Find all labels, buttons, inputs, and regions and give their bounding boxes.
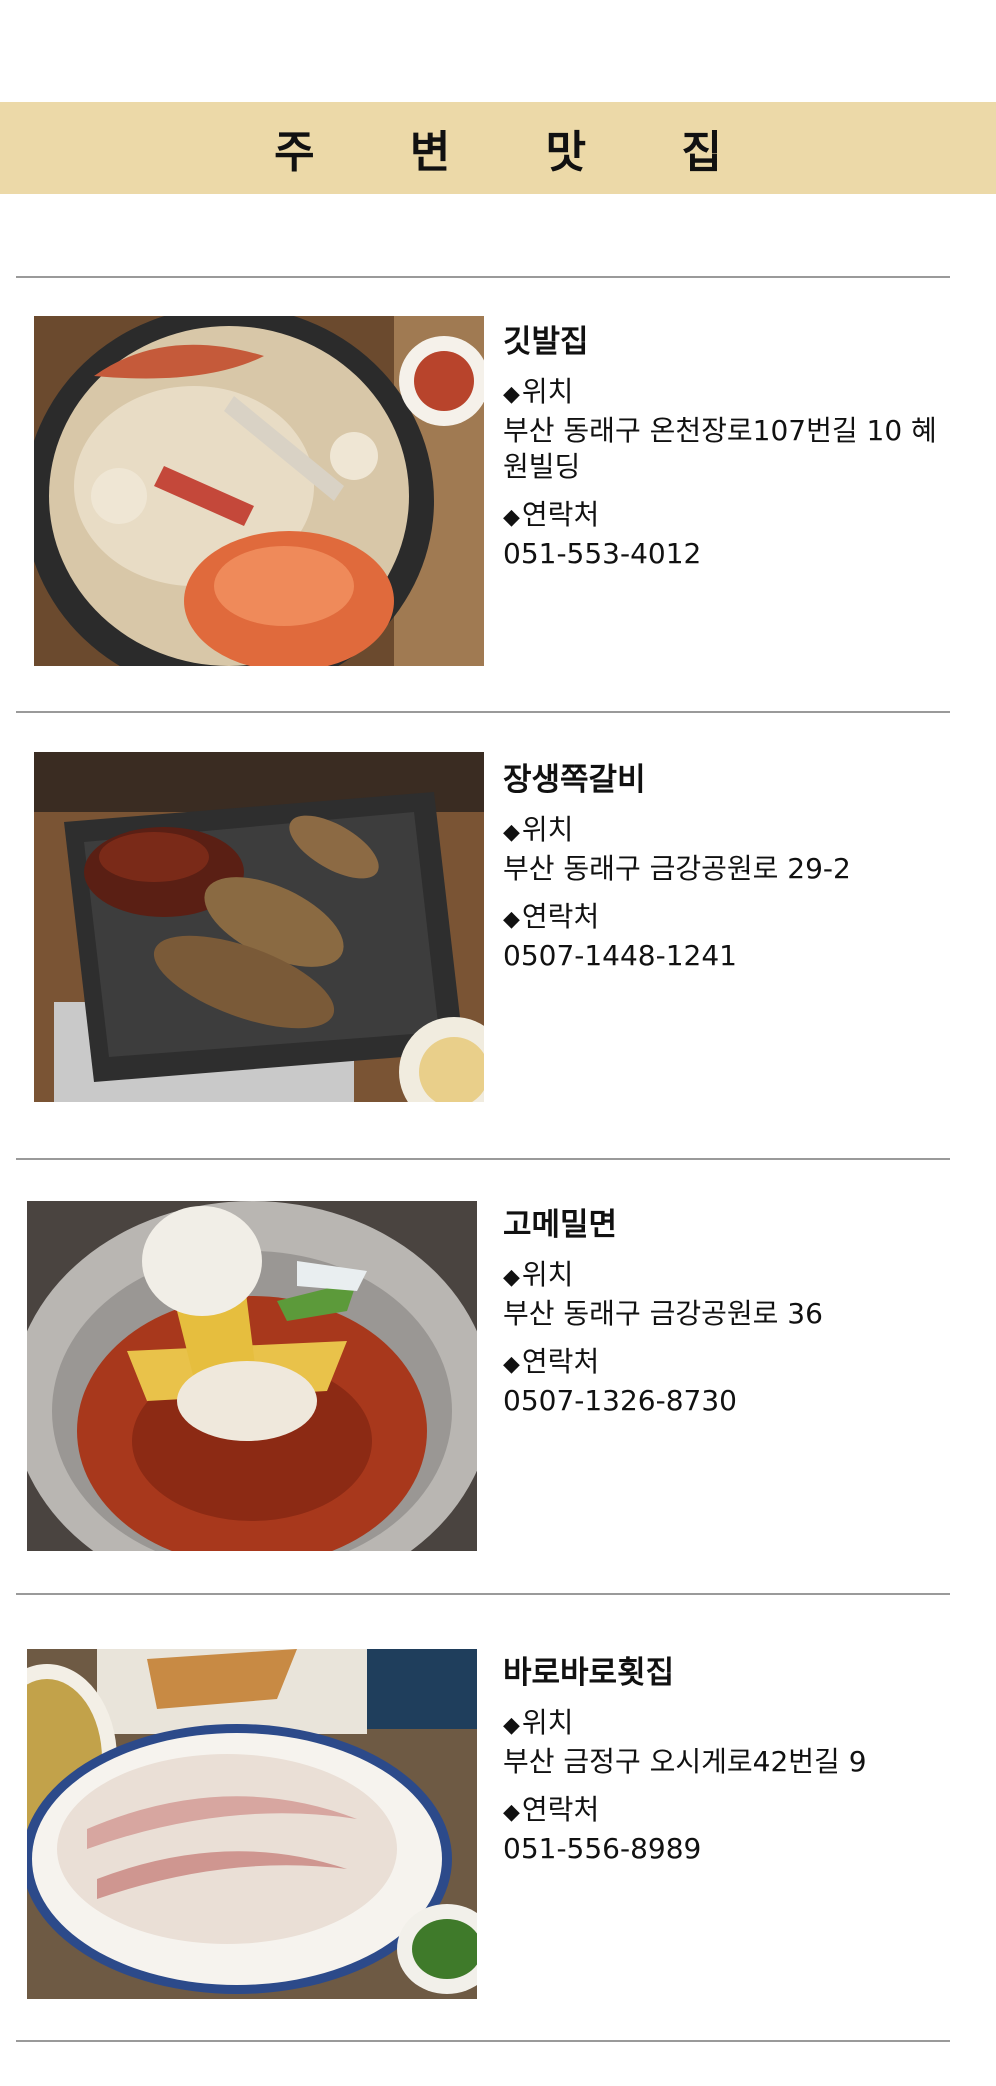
restaurant-info: 장생쪽갈비 ◆위치 부산 동래구 금강공원로 29-2 ◆연락처 0507-14… [503, 760, 943, 986]
divider [16, 711, 950, 713]
restaurant-photo-noodles [27, 1201, 477, 1551]
diamond-icon: ◆ [503, 1800, 520, 1825]
diamond-icon: ◆ [503, 1713, 520, 1738]
restaurant-photo-crab [34, 316, 484, 666]
diamond-icon: ◆ [503, 1352, 520, 1377]
diamond-icon: ◆ [503, 907, 520, 932]
restaurant-card[interactable]: 깃발집 ◆위치 부산 동래구 온천장로107번길 10 혜원빌딩 ◆연락처 05… [0, 316, 996, 696]
restaurant-address: 부산 동래구 금강공원로 29-2 [503, 852, 851, 885]
restaurant-info: 깃발집 ◆위치 부산 동래구 온천장로107번길 10 혜원빌딩 ◆연락처 05… [503, 322, 943, 584]
contact-label: ◆연락처 [503, 1793, 600, 1826]
restaurant-name: 깃발집 [503, 324, 589, 360]
restaurant-phone[interactable]: 051-553-4012 [503, 536, 943, 572]
diamond-icon: ◆ [503, 1265, 520, 1290]
restaurant-card[interactable]: 바로바로횟집 ◆위치 부산 금정구 오시게로42번길 9 ◆연락처 051-55… [0, 1649, 996, 2029]
diamond-icon: ◆ [503, 382, 520, 407]
restaurant-info: 고메밀면 ◆위치 부산 동래구 금강공원로 36 ◆연락처 0507-1326-… [503, 1205, 943, 1431]
restaurant-address: 부산 동래구 온천장로107번길 10 혜원빌딩 [503, 414, 937, 483]
location-label: ◆위치 [503, 1258, 574, 1291]
location-label: ◆위치 [503, 1706, 574, 1739]
restaurant-name: 고메밀면 [503, 1207, 618, 1243]
contact-label: ◆연락처 [503, 1345, 600, 1378]
diamond-icon: ◆ [503, 505, 520, 530]
divider [16, 2040, 950, 2042]
restaurant-address: 부산 동래구 금강공원로 36 [503, 1297, 823, 1330]
restaurant-card[interactable]: 장생쪽갈비 ◆위치 부산 동래구 금강공원로 29-2 ◆연락처 0507-14… [0, 752, 996, 1132]
restaurant-address: 부산 금정구 오시게로42번길 9 [503, 1745, 867, 1778]
title-banner: 주 변 맛 집 [0, 102, 996, 194]
restaurant-photo-sashimi [27, 1649, 477, 1999]
restaurant-photo-ribs [34, 752, 484, 1102]
divider [16, 276, 950, 278]
restaurant-name: 바로바로횟집 [503, 1655, 675, 1691]
restaurant-phone[interactable]: 051-556-8989 [503, 1831, 943, 1867]
restaurant-phone[interactable]: 0507-1326-8730 [503, 1383, 943, 1419]
restaurant-name: 장생쪽갈비 [503, 762, 646, 798]
divider [16, 1158, 950, 1160]
restaurant-info: 바로바로횟집 ◆위치 부산 금정구 오시게로42번길 9 ◆연락처 051-55… [503, 1653, 943, 1879]
contact-label: ◆연락처 [503, 498, 600, 531]
restaurant-card[interactable]: 고메밀면 ◆위치 부산 동래구 금강공원로 36 ◆연락처 0507-1326-… [0, 1201, 996, 1581]
location-label: ◆위치 [503, 813, 574, 846]
restaurant-phone[interactable]: 0507-1448-1241 [503, 938, 943, 974]
contact-label: ◆연락처 [503, 900, 600, 933]
divider [16, 1593, 950, 1595]
location-label: ◆위치 [503, 375, 574, 408]
page-title: 주 변 맛 집 [274, 127, 762, 178]
diamond-icon: ◆ [503, 820, 520, 845]
